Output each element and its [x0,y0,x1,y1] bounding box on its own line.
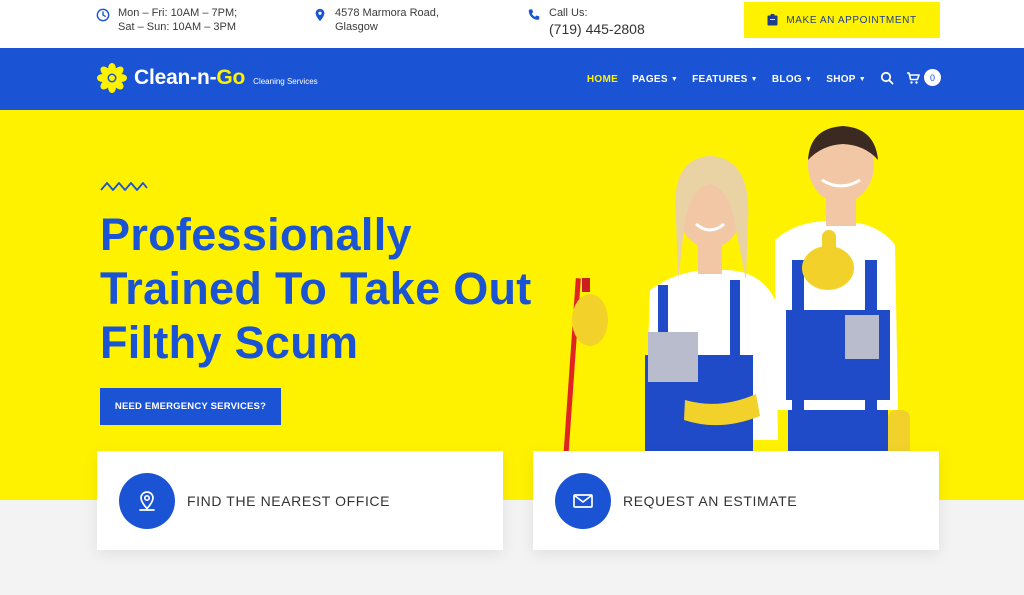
nav-item-shop[interactable]: SHOP ▼ [826,74,866,85]
hours-weekend: Sat – Sun: 10AM – 3PM [118,21,237,33]
phone-label: Call Us: [549,7,588,19]
nav-actions: 0 [880,69,941,86]
flower-logo-icon [97,63,127,93]
logo[interactable]: Clean-n-Go Cleaning Services [96,62,318,94]
map-marker-icon [139,490,155,511]
hours-weekdays: Mon – Fri: 10AM – 7PM; [118,7,238,19]
hero-section: Professionally Trained To Take Out Filth… [0,110,1024,500]
headline-line-3: Filthy Scum [100,317,359,368]
cart-button[interactable]: 0 [906,69,941,86]
top-info-bar: Mon – Fri: 10AM – 7PM; Sat – Sun: 10AM –… [0,0,1024,48]
nav-item-blog[interactable]: BLOG ▼ [772,74,812,85]
phone-contact[interactable]: Call Us: (719) 445-2808 [527,6,645,38]
chevron-down-icon: ▼ [670,75,679,83]
zigzag-decoration-icon [100,182,148,191]
address-line-2: Glasgow [335,21,378,33]
menu: HOME PAGES ▼ FEATURES ▼ BLOG ▼ SHOP ▼ [587,48,866,110]
phone-number[interactable]: (719) 445-2808 [549,20,645,38]
envelope-icon [573,493,593,508]
address: 4578 Marmora Road, Glasgow [313,6,439,34]
clock-icon [96,8,110,22]
office-icon-circle [119,472,175,529]
estimate-icon-circle [555,472,611,529]
chevron-down-icon: ▼ [858,75,866,83]
business-hours: Mon – Fri: 10AM – 7PM; Sat – Sun: 10AM –… [96,6,237,34]
estimate-label: REQUEST AN ESTIMATE [623,492,798,509]
main-navigation: Clean-n-Go Cleaning Services HOME PAGES ▼… [0,48,1024,110]
cart-count-badge: 0 [924,69,941,86]
hero-headline: Professionally Trained To Take Out Filth… [100,208,620,370]
woman-figure [572,156,778,500]
brand-name: Clean-n-Go [134,66,246,89]
address-line-1: 4578 Marmora Road, [335,7,439,19]
headline-line-2: Trained To Take Out [100,263,532,314]
emergency-services-button[interactable]: NEED EMERGENCY SERVICES? [100,388,281,425]
chevron-down-icon: ▼ [804,75,813,83]
nav-item-features[interactable]: FEATURES ▼ [692,74,758,85]
nav-item-pages[interactable]: PAGES ▼ [632,74,678,85]
find-office-label: FIND THE NEAREST OFFICE [187,492,391,509]
location-pin-icon [315,8,325,22]
request-estimate-card[interactable]: REQUEST AN ESTIMATE [533,451,939,550]
brand-tagline: Cleaning Services [253,76,318,86]
phone-icon [528,9,540,20]
clipboard-icon [767,14,778,26]
headline-line-1: Professionally [100,209,412,260]
cleaners-photo [560,126,910,500]
chevron-down-icon: ▼ [750,75,758,83]
appointment-label: MAKE AN APPOINTMENT [786,14,917,26]
nav-item-home[interactable]: HOME [587,74,618,85]
make-appointment-button[interactable]: MAKE AN APPOINTMENT [744,2,940,38]
cart-icon [907,71,920,84]
man-figure [775,126,910,500]
find-nearest-office-card[interactable]: FIND THE NEAREST OFFICE [97,451,503,550]
search-icon[interactable] [880,71,894,85]
